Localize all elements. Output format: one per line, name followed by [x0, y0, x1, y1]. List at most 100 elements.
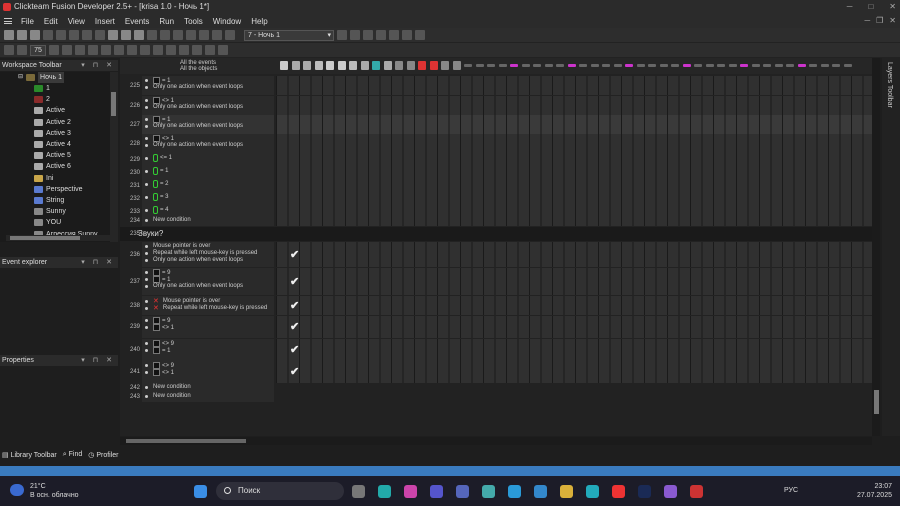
help-icon[interactable]: [108, 30, 118, 40]
object-column-icon[interactable]: [625, 64, 633, 67]
menu-hamburger-icon[interactable]: [4, 18, 12, 24]
system-clock[interactable]: 23:07 27.07.2025: [857, 482, 892, 500]
condition-cell[interactable]: = 9 = 1 Only one action when event loops: [142, 268, 274, 295]
tree-item[interactable]: Active 5: [34, 150, 71, 161]
object-column-icon[interactable]: [751, 64, 760, 67]
object-column-icon[interactable]: [590, 64, 599, 67]
event-row[interactable]: 239 = 9 <> 1 ✔: [120, 316, 880, 338]
doc-restore-icon[interactable]: ❐: [876, 14, 883, 28]
maximize-icon[interactable]: □: [868, 0, 873, 14]
forward-icon[interactable]: [134, 30, 144, 40]
action-grid[interactable]: [276, 134, 874, 153]
object-column-icon[interactable]: [763, 64, 771, 67]
object-column-icon[interactable]: [832, 64, 840, 67]
app-icon[interactable]: [664, 485, 677, 498]
doc-minimize-icon[interactable]: ─: [864, 14, 870, 28]
menu-window[interactable]: Window: [208, 17, 246, 26]
menu-edit[interactable]: Edit: [39, 17, 63, 26]
object-column-icon[interactable]: [786, 64, 794, 67]
object-column-icon[interactable]: [406, 61, 415, 70]
object-column-icon[interactable]: [602, 64, 610, 67]
redo-icon[interactable]: [95, 30, 105, 40]
tab-library-toolbar[interactable]: ▤ Library Toolbar: [2, 451, 57, 459]
action-grid[interactable]: [276, 339, 874, 361]
condition-cell[interactable]: = 1: [142, 166, 274, 179]
options-icon[interactable]: [415, 30, 425, 40]
object-column-icon[interactable]: [429, 61, 438, 70]
language-indicator[interactable]: РУС: [784, 487, 798, 494]
insert-group-icon[interactable]: [389, 30, 399, 40]
condition-cell[interactable]: <> 1 Only one action when event loops: [142, 134, 274, 153]
event-row[interactable]: 232 = 3: [120, 192, 880, 205]
action-grid[interactable]: [276, 296, 874, 315]
action-grid[interactable]: [276, 316, 874, 338]
action-checkmark[interactable]: ✔: [290, 275, 299, 288]
tree-item[interactable]: Active 6: [34, 161, 71, 172]
object-column-icon[interactable]: [648, 64, 656, 67]
gear-icon[interactable]: [62, 45, 72, 55]
run-app-icon[interactable]: [212, 30, 222, 40]
condition-cell[interactable]: New condition: [142, 383, 274, 392]
clickteam-icon[interactable]: [690, 485, 703, 498]
object-column-icon[interactable]: [418, 61, 426, 70]
object-column-icon[interactable]: [372, 61, 380, 70]
copy-icon[interactable]: [56, 30, 66, 40]
app-icon[interactable]: [378, 485, 391, 498]
app-icon[interactable]: [404, 485, 417, 498]
condition-cell[interactable]: = 9 <> 1: [142, 316, 274, 338]
pattern-2-icon[interactable]: [127, 45, 137, 55]
sparkle-icon[interactable]: [114, 45, 124, 55]
action-checkmark[interactable]: ✔: [290, 343, 299, 356]
object-column-icon[interactable]: [556, 64, 564, 67]
text-tool-2-icon[interactable]: [88, 45, 98, 55]
menu-file[interactable]: File: [16, 17, 39, 26]
event-row[interactable]: 241 <> 9 <> 1 ✔: [120, 361, 880, 383]
editor-vscrollbar[interactable]: [872, 58, 880, 436]
yandex-icon[interactable]: [612, 485, 625, 498]
object-column-icon[interactable]: [326, 61, 334, 70]
object-column-icon[interactable]: [694, 64, 702, 67]
menu-tools[interactable]: Tools: [179, 17, 208, 26]
object-column-icon[interactable]: [728, 64, 737, 67]
object-column-icon[interactable]: [349, 61, 357, 70]
action-grid[interactable]: [276, 166, 874, 179]
event-row[interactable]: 227 = 1 Only one action when event loops: [120, 115, 880, 134]
object-column-icon[interactable]: [487, 64, 495, 67]
object-column-icon[interactable]: [820, 64, 829, 67]
frame-select[interactable]: 7 - Ночь 1: [244, 29, 334, 41]
object-column-icon[interactable]: [717, 64, 725, 67]
menu-view[interactable]: View: [63, 17, 90, 26]
condition-cell[interactable]: <> 9 <> 1: [142, 361, 274, 383]
condition-cell[interactable]: <> 1 Only one action when event loops: [142, 96, 274, 115]
event-row[interactable]: 229 <= 1: [120, 153, 880, 166]
start-icon[interactable]: [194, 485, 207, 498]
object-column-icon[interactable]: [843, 64, 852, 67]
event-editor-icon[interactable]: [173, 30, 183, 40]
event-row[interactable]: 242 New condition: [120, 383, 880, 392]
action-checkmark[interactable]: ✔: [290, 365, 299, 378]
condition-cell[interactable]: = 1 Only one action when event loops: [142, 115, 274, 134]
object-column-icon[interactable]: [360, 61, 369, 70]
object-column-icon[interactable]: [671, 64, 679, 67]
action-grid[interactable]: [276, 268, 874, 295]
app-icon[interactable]: [430, 485, 443, 498]
object-column-icon[interactable]: [533, 64, 541, 67]
action-grid[interactable]: [276, 179, 874, 192]
open-file-icon[interactable]: [17, 30, 27, 40]
close-icon[interactable]: ✕: [889, 0, 896, 14]
search-icon[interactable]: [218, 45, 228, 55]
object-column-icon[interactable]: [613, 64, 622, 67]
taskbar-search[interactable]: Поиск: [216, 482, 344, 500]
condition-cell[interactable]: New condition: [142, 392, 274, 402]
tree-item[interactable]: Perspective: [34, 184, 83, 195]
event-row[interactable]: 240 <> 9 = 1 ✔: [120, 339, 880, 361]
action-grid[interactable]: [276, 216, 874, 226]
action-grid[interactable]: [276, 115, 874, 134]
object-column-icon[interactable]: [383, 61, 392, 70]
group-title[interactable]: Звуки?: [138, 229, 163, 238]
object-column-icon[interactable]: [705, 64, 714, 67]
tree-item[interactable]: Ini: [34, 173, 53, 184]
collapse-icon[interactable]: ⊟: [18, 72, 23, 83]
panel-controls-icon[interactable]: ▾ ⊓ ✕: [81, 60, 115, 71]
frame-editor-icon[interactable]: [147, 30, 157, 40]
